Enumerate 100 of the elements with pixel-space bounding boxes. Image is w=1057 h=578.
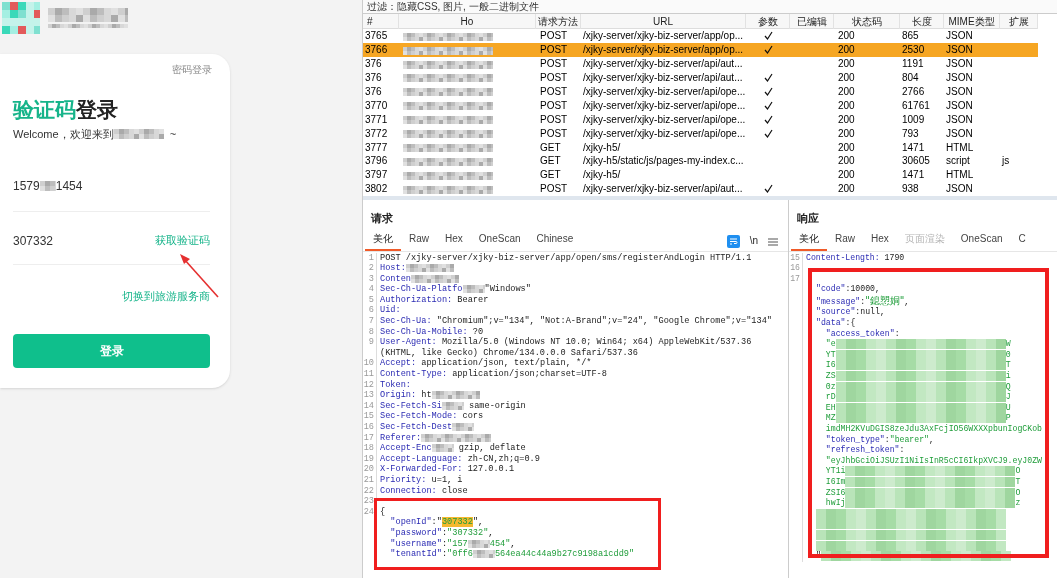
table-cell-text: JSON — [945, 126, 974, 140]
code-line: I6Im T — [824, 476, 1021, 488]
code-line: rD J — [824, 392, 1011, 403]
panel-title: 请求 — [370, 211, 394, 226]
wrap-icon[interactable] — [726, 234, 740, 248]
table-cell-text: JSON — [945, 29, 974, 43]
line-number: 2 — [368, 263, 374, 274]
password-login-tab[interactable]: 密码登录 — [172, 62, 212, 77]
code-line: Sec-Ch-Ua-Platfo "Windows" — [380, 284, 531, 295]
table-cell-text: 3797 — [364, 168, 389, 182]
table-cell-text: POST — [539, 112, 569, 126]
table-cell-text: /xjky-server/xjky-biz-server/app/op... — [582, 43, 745, 57]
line-number: 17 — [363, 432, 374, 443]
table-cell-text: 376 — [364, 85, 383, 98]
code-line: MZ P — [824, 413, 1011, 424]
table-cell-text: JSON — [945, 182, 974, 196]
line-number: 22 — [363, 485, 374, 496]
code-line: YT1i O — [824, 466, 1021, 477]
phone-field[interactable]: 1579 — [13, 176, 40, 195]
table-cell-text: /xjky-server/xjky-biz-server/api/ope... — [582, 85, 746, 98]
table-cell-text: POST — [539, 57, 569, 71]
code-line: Host: — [380, 263, 454, 274]
code-line: Accept-Enc gzip, deflate — [380, 443, 526, 454]
code-line: "tenantId":"0ff6 564ea44c44a9b27c9198a1cdd9" — [389, 549, 635, 560]
table-cell-text: POST — [539, 29, 569, 43]
code-line: 0z Q — [824, 381, 1011, 393]
editor-tab[interactable]: OneScan — [470, 230, 529, 251]
table-cell-text: 3766 — [364, 43, 389, 57]
code-line: Conten — [380, 273, 459, 285]
code-line: "code":10000, — [816, 284, 880, 295]
code-line: { — [380, 506, 386, 518]
code-line: "access_token": — [824, 328, 900, 339]
menu-icon[interactable] — [768, 237, 778, 246]
code-line: YT 0 — [824, 349, 1011, 361]
editor-tab[interactable]: Hex — [863, 230, 897, 251]
table-cell-text: POST — [539, 71, 569, 85]
editor-tab[interactable]: 美化 — [365, 230, 401, 251]
line-number: 4 — [368, 284, 374, 295]
table-cell-text: 1471 — [901, 140, 926, 154]
editor-tab[interactable]: Hex — [437, 230, 471, 251]
table-cell-text: 2530 — [901, 43, 926, 57]
code-line: EH U — [824, 402, 1011, 414]
table-cell-text: 804 — [901, 71, 920, 85]
editor-tab[interactable]: Raw — [401, 230, 437, 251]
table-cell-text: JSON — [945, 71, 974, 85]
line-number: 1 — [368, 252, 374, 263]
table-cell-text: JSON — [945, 43, 974, 57]
editor-tab[interactable]: Chinese — [528, 230, 582, 251]
table-cell-text: 1471 — [901, 168, 926, 182]
table-cell-text: GET — [539, 154, 562, 168]
table-cell-text: /xjky-server/xjky-biz-server/app/op... — [582, 29, 745, 43]
table-cell-text: /xjky-server/xjky-biz-server/api/ope... — [582, 126, 746, 140]
table-cell-text: JSON — [945, 85, 974, 98]
table-cell-text: 793 — [901, 126, 920, 140]
line-number: 17 — [790, 273, 800, 283]
line-number: 23 — [363, 496, 374, 507]
table-cell-text: POST — [539, 182, 569, 196]
table-cell-text: 3772 — [364, 126, 389, 140]
line-number: 8 — [368, 326, 374, 337]
table-cell-text: 376 — [364, 71, 383, 85]
code-line: Priority: u=1, i — [380, 474, 463, 486]
table-cell-text: 3765 — [364, 29, 389, 43]
table-cell-text: js — [1000, 154, 1011, 168]
editor-tab[interactable]: Raw — [827, 230, 863, 251]
table-cell-text: /xjky-h5/static/js/pages-my-index.c... — [582, 154, 745, 168]
table-cell-text: 376 — [364, 57, 383, 71]
line-number: 11 — [363, 369, 374, 380]
code-line: "eyJhbGciOiJSUzI1NiIsInR5cCI6IkpXVCJ9.eyJ0ZW — [824, 455, 1042, 466]
table-cell-text: JSON — [945, 112, 974, 126]
table-cell-text: HTML — [945, 140, 975, 154]
code-line: POST /xjky-server/xjky-biz-server/app/open/sms/registerAndLogin HTTP/1.1 — [380, 252, 752, 264]
line-number: 5 — [368, 294, 374, 305]
line-number: 9 — [368, 337, 374, 348]
code-line: Uid: — [380, 305, 401, 316]
line-number: 15 — [363, 411, 374, 422]
code-line: Connection: close — [380, 485, 468, 497]
table-cell-text: /xjky-server/xjky-biz-server/api/aut... — [582, 57, 744, 71]
editor-tab[interactable]: OneScan — [952, 230, 1011, 251]
code-line: X-Forwarded-For: 127.0.0.1 — [380, 464, 515, 475]
table-cell-text: 865 — [901, 29, 920, 43]
code-line: Sec-Fetch-Dest — [380, 422, 475, 433]
table-cell-text: 3796 — [364, 154, 389, 168]
table-cell-text: 1009 — [901, 112, 926, 126]
code-line: "source":null, — [816, 307, 885, 318]
code-line: "e W — [824, 339, 1011, 350]
line-number: 12 — [363, 379, 374, 390]
code-line: "password":"307332", — [389, 527, 494, 539]
editor-tab[interactable]: 美化 — [791, 230, 827, 251]
table-cell-text: 1191 — [901, 57, 925, 71]
phone-field[interactable]: 1454 — [55, 176, 83, 195]
editor-tab[interactable]: C — [1010, 230, 1034, 251]
table-cell-text: 200 — [837, 43, 856, 57]
newline-toggle[interactable]: \n — [749, 232, 758, 248]
code-field[interactable]: 307332 — [13, 231, 54, 250]
table-cell-text: 3777 — [364, 140, 389, 154]
table-cell-text: 3770 — [364, 98, 389, 112]
table-cell-text: 200 — [837, 154, 856, 168]
table-cell-text: 200 — [837, 168, 856, 182]
line-number: 24 — [363, 506, 374, 517]
line-number: 21 — [363, 474, 374, 485]
